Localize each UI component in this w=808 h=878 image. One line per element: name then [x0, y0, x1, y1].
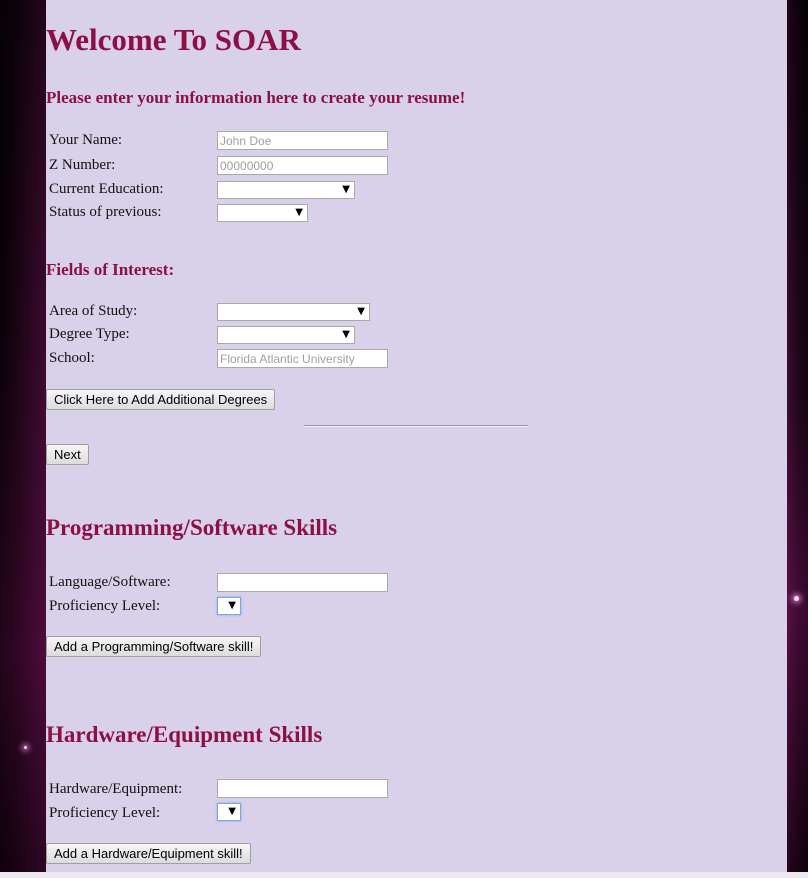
hardware-proficiency-label: Proficiency Level: [49, 805, 161, 821]
page-bottom-strip [0, 872, 808, 878]
fields-of-interest-heading: Fields of Interest: [46, 260, 175, 279]
page-title: Welcome To SOAR [46, 22, 301, 57]
programming-proficiency-label: Proficiency Level: [49, 598, 161, 614]
znumber-label: Z Number: [49, 157, 116, 173]
programming-proficiency-select[interactable]: ▼ [217, 597, 241, 615]
add-degrees-button[interactable]: Click Here to Add Additional Degrees [46, 389, 276, 410]
language-software-input[interactable] [217, 573, 388, 592]
chevron-down-icon: ▼ [342, 184, 350, 195]
area-of-study-select[interactable]: ▼ [217, 303, 370, 321]
hardware-skills-heading: Hardware/Equipment Skills [46, 722, 323, 747]
name-input[interactable] [217, 131, 388, 150]
education-label: Current Education: [49, 181, 164, 197]
status-label: Status of previous: [49, 204, 162, 220]
sparkle-decoration [24, 746, 27, 749]
language-software-label: Language/Software: [49, 574, 171, 590]
school-input[interactable] [217, 349, 388, 368]
hardware-proficiency-select[interactable]: ▼ [217, 803, 241, 821]
degree-type-label: Degree Type: [49, 326, 130, 342]
add-programming-skill-button[interactable]: Add a Programming/Software skill! [46, 636, 262, 657]
background-right-decor [787, 0, 808, 872]
background-left-decor [0, 0, 46, 872]
status-select[interactable]: ▼ [217, 204, 308, 222]
programming-skills-heading: Programming/Software Skills [46, 515, 338, 540]
degree-type-select[interactable]: ▼ [217, 326, 355, 344]
hardware-equipment-label: Hardware/Equipment: [49, 781, 183, 797]
section-divider [304, 425, 528, 427]
area-of-study-label: Area of Study: [49, 303, 138, 319]
hardware-equipment-input[interactable] [217, 779, 388, 798]
znumber-input[interactable] [217, 156, 388, 175]
education-select[interactable]: ▼ [217, 181, 355, 199]
name-label: Your Name: [49, 132, 123, 148]
add-hardware-skill-button[interactable]: Add a Hardware/Equipment skill! [46, 843, 251, 864]
chevron-down-icon: ▼ [228, 600, 236, 611]
sparkle-decoration [794, 596, 799, 601]
chevron-down-icon: ▼ [342, 329, 350, 340]
page-subtitle: Please enter your information here to cr… [46, 88, 466, 107]
chevron-down-icon: ▼ [295, 207, 303, 218]
resume-form-panel: Welcome To SOAR Please enter your inform… [46, 0, 787, 872]
next-button[interactable]: Next [46, 444, 89, 465]
chevron-down-icon: ▼ [228, 806, 236, 817]
school-label: School: [49, 350, 95, 366]
chevron-down-icon: ▼ [357, 306, 365, 317]
